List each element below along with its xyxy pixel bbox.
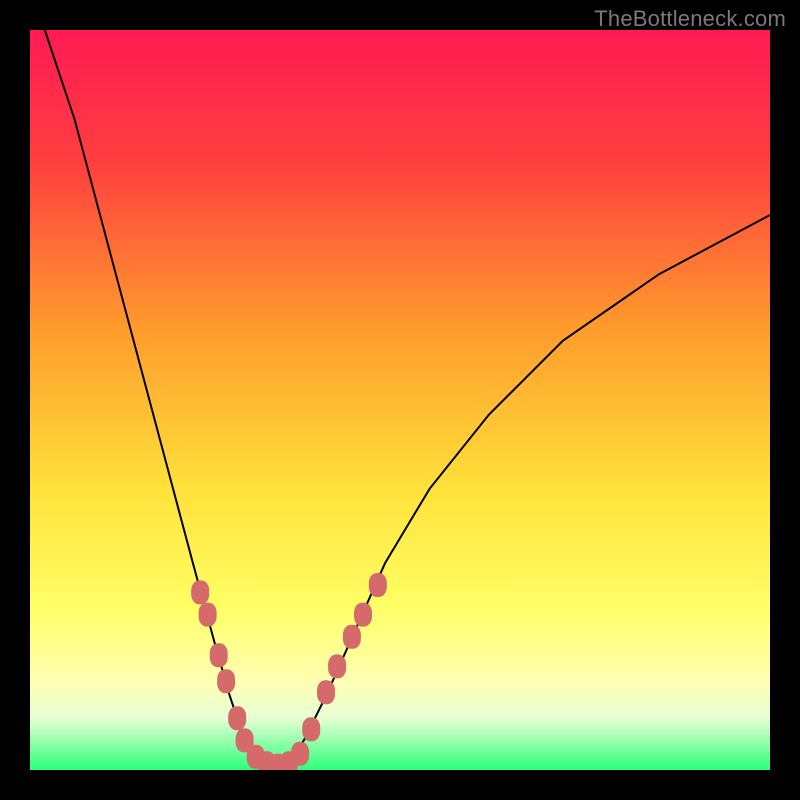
chart-svg bbox=[30, 30, 770, 770]
outer-frame: TheBottleneck.com bbox=[0, 0, 800, 800]
bead-markers bbox=[191, 573, 387, 770]
bead-marker bbox=[217, 669, 235, 693]
bottleneck-curve bbox=[45, 30, 770, 770]
bead-marker bbox=[191, 580, 209, 604]
bead-marker bbox=[354, 603, 372, 627]
bead-marker bbox=[210, 643, 228, 667]
gradient-plot-area bbox=[30, 30, 770, 770]
bead-marker bbox=[343, 625, 361, 649]
bead-marker bbox=[199, 603, 217, 627]
bead-marker bbox=[291, 742, 309, 766]
bead-marker bbox=[228, 706, 246, 730]
watermark-text: TheBottleneck.com bbox=[594, 6, 786, 32]
bead-marker bbox=[328, 654, 346, 678]
bead-marker bbox=[317, 680, 335, 704]
bead-marker bbox=[369, 573, 387, 597]
bead-marker bbox=[302, 717, 320, 741]
